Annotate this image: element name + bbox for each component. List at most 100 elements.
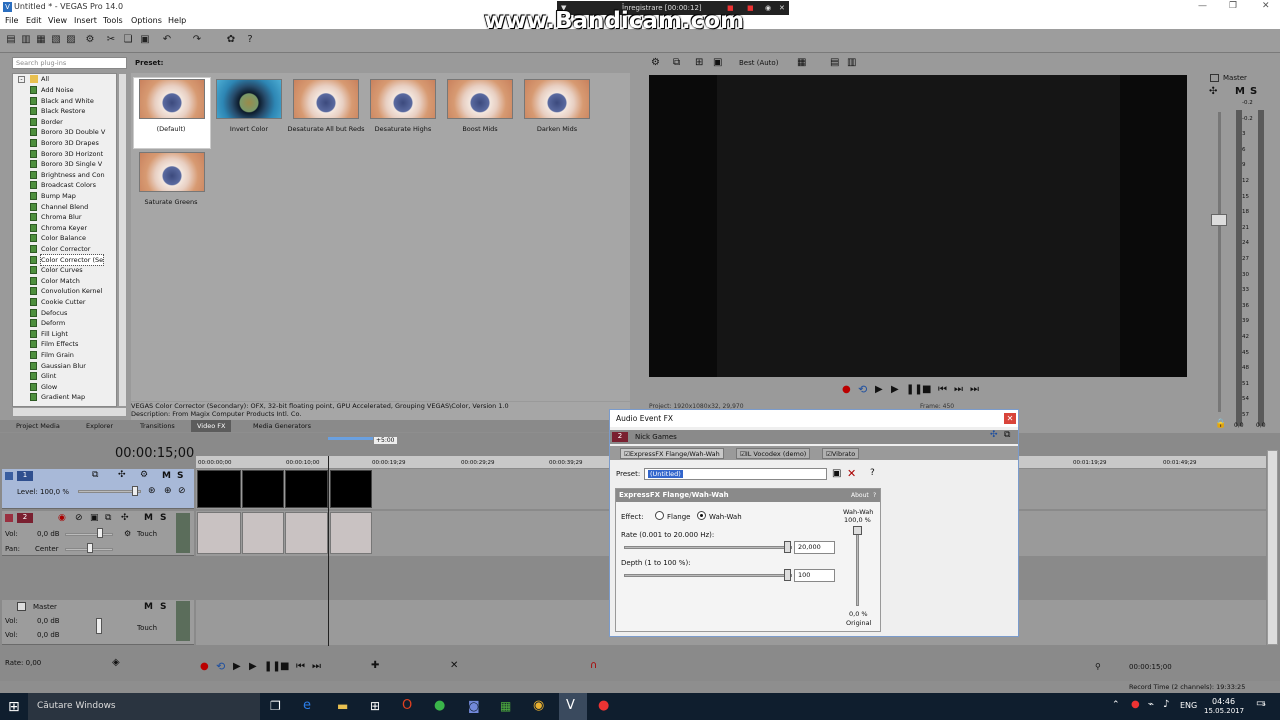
go-end-icon[interactable]: ⏭ — [970, 384, 979, 395]
plugin-item[interactable]: Color Match — [41, 276, 80, 286]
stop-icon[interactable]: ■ — [922, 384, 931, 395]
close-icon[interactable]: ✕ — [1262, 1, 1270, 11]
tab-explorer[interactable]: Explorer — [80, 420, 119, 432]
plugin-search-input[interactable]: Search plug-ins — [12, 57, 127, 69]
timeline-stop-icon[interactable]: ■ — [280, 661, 289, 672]
plugin-item[interactable]: Color Corrector — [41, 244, 90, 254]
plugin-item[interactable]: Black Restore — [41, 106, 85, 116]
parent-mode-icon[interactable]: ⊕ — [164, 486, 172, 496]
overlays-icon[interactable]: ⊞ — [695, 57, 703, 68]
marker-icon[interactable]: ⚲ — [1095, 662, 1101, 671]
master-automation-mode[interactable]: Touch — [137, 624, 157, 632]
fx-chain-icon[interactable]: ✣ — [990, 430, 998, 440]
plugin-help-icon[interactable]: ? — [870, 468, 875, 478]
language-indicator[interactable]: ENG — [1180, 701, 1197, 710]
chain-fx-vocodex[interactable]: ☑IL Vocodex (demo) — [736, 448, 811, 459]
plugin-item[interactable]: Chroma Keyer — [41, 223, 87, 233]
rate-slider-icon[interactable]: ◈ — [112, 657, 120, 668]
plugin-item[interactable]: Gradient Map — [41, 392, 85, 402]
menu-edit[interactable]: Edit — [26, 16, 42, 25]
wah-wah-radio[interactable] — [697, 511, 706, 520]
audio-pan-thumb[interactable] — [87, 543, 93, 553]
rate-slider[interactable] — [624, 546, 792, 549]
next-frame-icon[interactable]: ⏭ — [954, 384, 963, 395]
tab-media-generators[interactable]: Media Generators — [247, 420, 317, 432]
save-as-icon[interactable]: ▧ — [49, 33, 63, 47]
excel-icon[interactable]: ▦ — [500, 699, 511, 713]
arm-record-icon[interactable]: ◉ — [58, 513, 66, 523]
loop-region[interactable] — [328, 437, 373, 440]
mixer-solo-button[interactable]: S — [1250, 86, 1257, 97]
windows-start-icon[interactable]: ⊞ — [8, 699, 20, 715]
copy-icon[interactable]: ❏ — [121, 33, 135, 47]
explorer-icon[interactable]: ▬ — [337, 699, 348, 713]
record-icon[interactable]: ● — [842, 384, 851, 395]
menu-insert[interactable]: Insert — [74, 16, 97, 25]
prev-frame-icon[interactable]: ⏮ — [938, 384, 947, 395]
plugin-item[interactable]: Color Curves — [41, 265, 83, 275]
preset-thumb-desat-reds[interactable] — [293, 79, 359, 119]
tab-video-fx[interactable]: Video FX — [191, 420, 232, 432]
chrome-icon[interactable]: ◉ — [533, 698, 544, 713]
master-checkbox[interactable] — [1210, 74, 1219, 82]
plugin-item[interactable]: Bororo 3D Drapes — [41, 138, 99, 148]
plugin-item[interactable]: Cookie Cutter — [41, 297, 86, 307]
audio-mute-button[interactable]: M — [144, 513, 153, 523]
screenshot-icon[interactable]: ◉ — [765, 1, 771, 15]
split-screen-icon[interactable]: ⧉ — [673, 57, 680, 68]
plugin-item[interactable]: Color Corrector (Se — [39, 253, 105, 266]
preview-mode-icon[interactable]: ▣ — [713, 57, 722, 68]
menu-view[interactable]: View — [48, 16, 67, 25]
new-icon[interactable]: ▤ — [4, 33, 18, 47]
depth-value-input[interactable]: 100 — [794, 569, 835, 582]
plugin-item[interactable]: Film Grain — [41, 350, 74, 360]
plugin-item[interactable]: Color Balance — [41, 233, 86, 243]
tab-transitions[interactable]: Transitions — [134, 420, 181, 432]
invert-phase-icon[interactable]: ⊘ — [75, 513, 83, 523]
video-level-thumb[interactable] — [132, 486, 138, 496]
save-snapshot-icon[interactable]: ▥ — [847, 57, 856, 68]
record-timeline-icon[interactable]: ● — [200, 661, 209, 672]
plugin-item[interactable]: Defocus — [41, 308, 67, 318]
help-icon[interactable]: ? — [243, 33, 257, 47]
plugin-item[interactable]: Film Effects — [41, 339, 78, 349]
play-from-start-icon[interactable]: ▶ — [875, 384, 883, 395]
collapse-icon[interactable]: - — [18, 76, 25, 83]
plugin-item[interactable]: Channel Blend — [41, 202, 88, 212]
video-solo-button[interactable]: S — [177, 471, 183, 481]
timeline-pause-icon[interactable]: ❚❚ — [264, 661, 281, 672]
video-clip[interactable] — [330, 470, 372, 508]
video-clip[interactable] — [242, 470, 284, 508]
video-clip[interactable] — [197, 470, 241, 508]
plugin-item[interactable]: Glow — [41, 382, 57, 392]
mixer-mute-button[interactable]: M — [1235, 86, 1245, 97]
plugin-item[interactable]: Fill Light — [41, 329, 68, 339]
loop-icon[interactable]: ⟲ — [858, 383, 867, 396]
rate-value-input[interactable]: 20,000 — [794, 541, 835, 554]
tab-project-media[interactable]: Project Media — [10, 420, 66, 432]
network-icon[interactable]: ⌁ — [1148, 699, 1154, 710]
menu-help[interactable]: Help — [168, 16, 186, 25]
delete-icon[interactable]: ✕ — [450, 660, 458, 671]
preview-quality[interactable]: Best (Auto) — [739, 59, 778, 67]
plugin-chooser-icon[interactable]: ⧉ — [1004, 430, 1010, 440]
depth-slider[interactable] — [624, 574, 792, 577]
preview-settings-icon[interactable]: ⚙ — [651, 57, 660, 68]
master-mute-button[interactable]: M — [144, 602, 153, 612]
master-solo-button[interactable]: S — [160, 602, 166, 612]
mixer-fx-icon[interactable]: ✣ — [1209, 86, 1217, 97]
plugin-item[interactable]: Glint — [41, 371, 56, 381]
timeline-end-icon[interactable]: ⏭ — [312, 661, 321, 672]
chat-app-icon[interactable]: ● — [434, 698, 445, 713]
plugin-item[interactable]: Convolution Kernel — [41, 286, 102, 296]
preset-thumb-desat-highs[interactable] — [370, 79, 436, 119]
flange-radio[interactable] — [655, 511, 664, 520]
plugin-about-help-icon[interactable]: ? — [873, 492, 876, 499]
bandicam-taskbar-icon[interactable]: ● — [598, 698, 609, 713]
tree-root[interactable]: All — [41, 74, 49, 84]
clock-time[interactable]: 04:46 — [1212, 697, 1235, 706]
master-fader[interactable] — [1211, 214, 1227, 226]
plugin-item[interactable]: Add Noise — [41, 85, 74, 95]
opera-icon[interactable]: O — [402, 698, 412, 713]
plugin-item[interactable]: Deform — [41, 318, 65, 328]
